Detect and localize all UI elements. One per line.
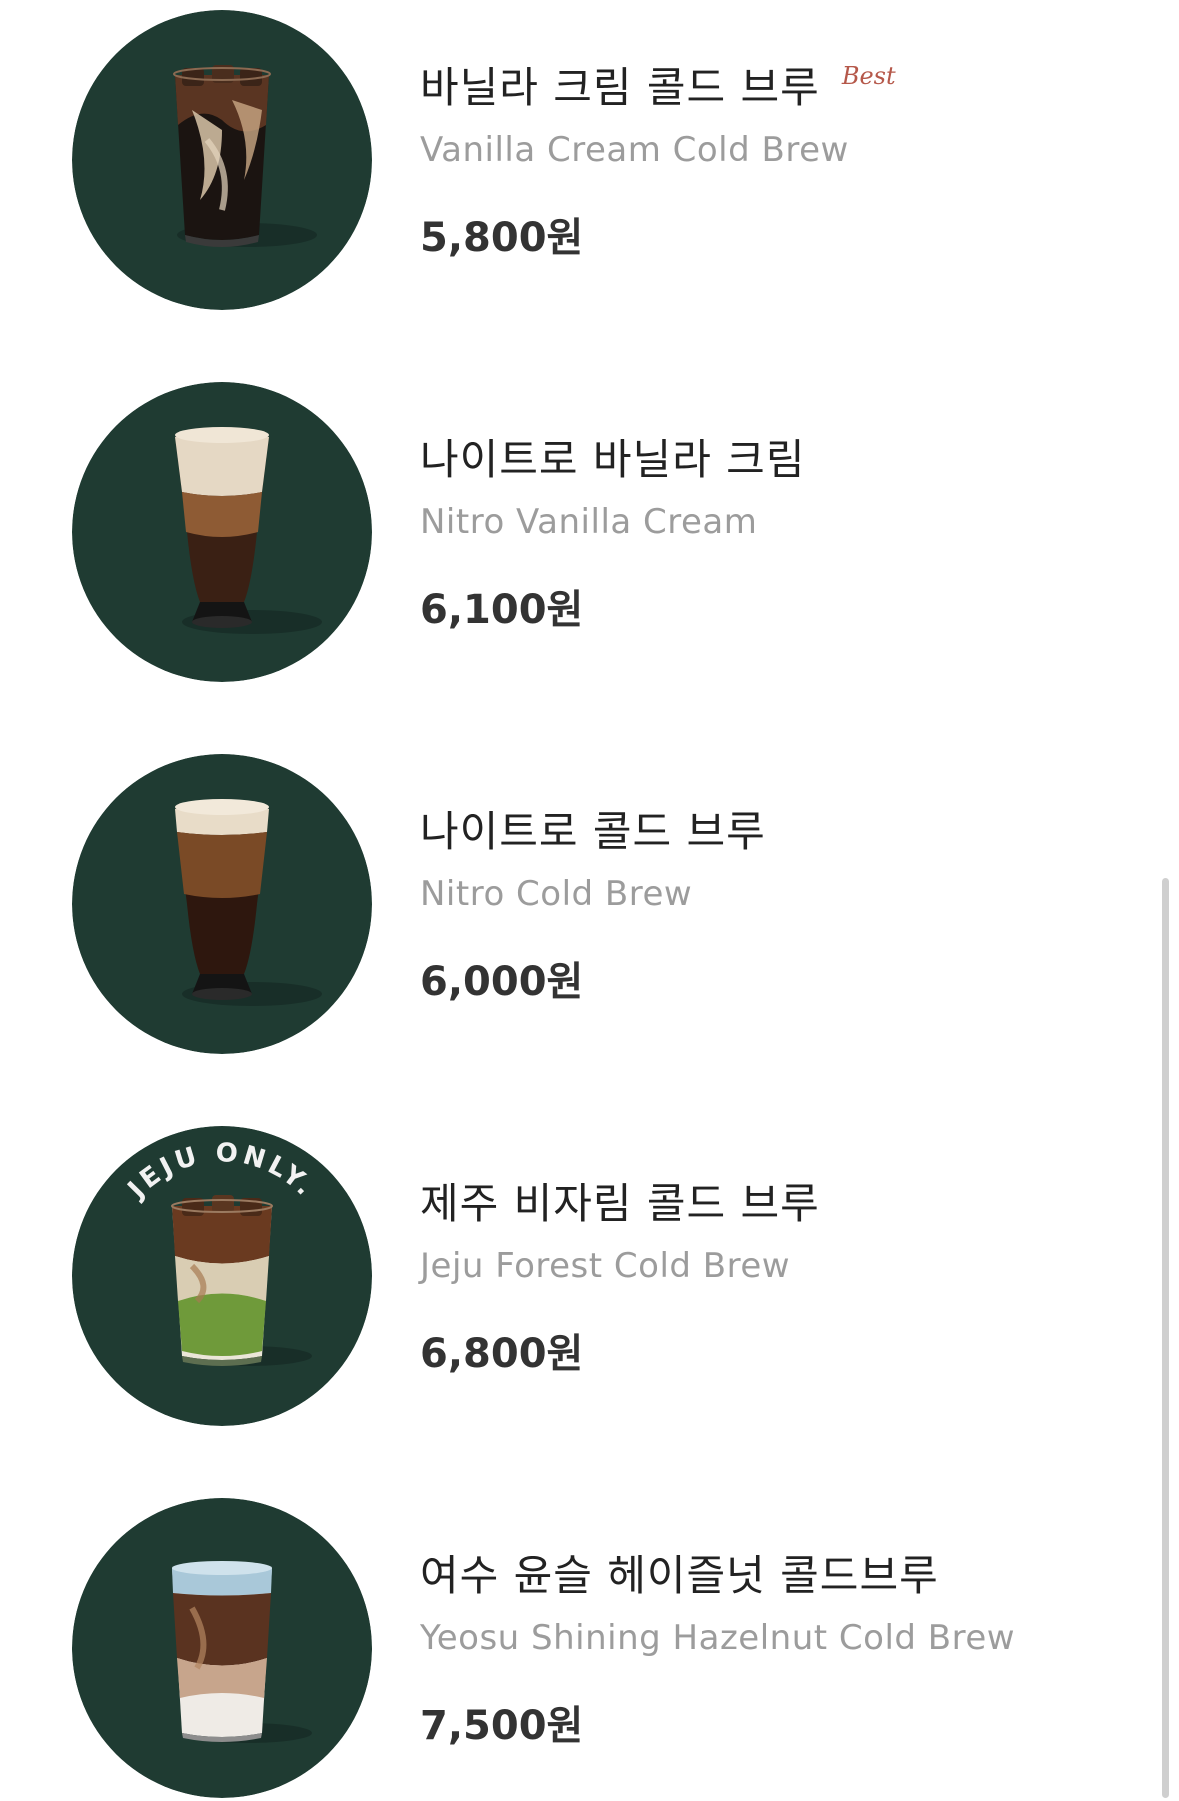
- best-badge: Best: [841, 62, 896, 90]
- jeju-forest-cold-brew-image: JEJU ONLY.: [72, 1126, 372, 1426]
- product-name-korean: 제주 비자림 콜드 브루: [420, 1179, 820, 1228]
- menu-item-vanilla-cream-cold-brew[interactable]: 바닐라 크림 콜드 브루 Best Vanilla Cream Cold Brew…: [0, 0, 1179, 310]
- product-price: 7,500원: [420, 1703, 584, 1749]
- product-name-english: Nitro Cold Brew: [420, 874, 693, 914]
- scrollbar[interactable]: [1162, 878, 1169, 1798]
- nitro-cold-brew-image: [72, 754, 372, 1054]
- menu-item-nitro-vanilla-cream[interactable]: 나이트로 바닐라 크림 Nitro Vanilla Cream 6,100원: [0, 372, 1179, 682]
- product-name-english: Jeju Forest Cold Brew: [420, 1246, 791, 1286]
- product-name-korean: 여수 윤슬 헤이즐넛 콜드브루: [420, 1551, 939, 1600]
- product-price: 6,100원: [420, 587, 584, 633]
- product-price: 5,800원: [420, 215, 584, 261]
- product-name-english: Yeosu Shining Hazelnut Cold Brew: [420, 1618, 1016, 1658]
- vanilla-cream-cold-brew-image: [72, 10, 372, 310]
- product-name-korean: 나이트로 콜드 브루: [420, 807, 766, 856]
- product-name-english: Vanilla Cream Cold Brew: [420, 130, 849, 170]
- menu-item-yeosu-shining-hazelnut-cold-brew[interactable]: 여수 윤슬 헤이즐넛 콜드브루 Yeosu Shining Hazelnut C…: [0, 1488, 1179, 1798]
- product-price: 6,000원: [420, 959, 584, 1005]
- menu-item-jeju-forest-cold-brew[interactable]: JEJU ONLY. 제주 비자림 콜드 브루 Jeju Forest Cold…: [0, 1116, 1179, 1426]
- menu-list: 바닐라 크림 콜드 브루 Best Vanilla Cream Cold Brew…: [0, 0, 1179, 1801]
- product-name-korean: 나이트로 바닐라 크림: [420, 435, 806, 484]
- product-name-english: Nitro Vanilla Cream: [420, 502, 758, 542]
- product-name-korean: 바닐라 크림 콜드 브루 Best: [420, 62, 896, 112]
- product-price: 6,800원: [420, 1331, 584, 1377]
- menu-item-nitro-cold-brew[interactable]: 나이트로 콜드 브루 Nitro Cold Brew 6,000원: [0, 744, 1179, 1054]
- nitro-vanilla-cream-image: [72, 382, 372, 682]
- yeosu-shining-hazelnut-cold-brew-image: [72, 1498, 372, 1798]
